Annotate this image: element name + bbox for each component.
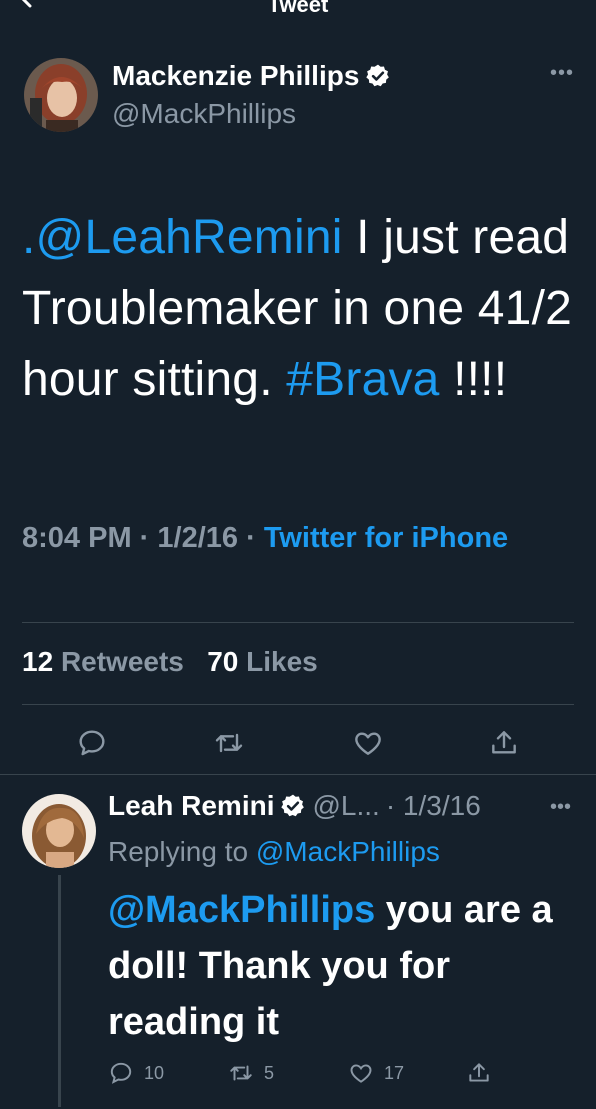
reply-author-handle[interactable]: @L... (312, 790, 379, 822)
verified-badge-icon (366, 64, 390, 87)
tweet-source-link[interactable]: Twitter for iPhone (264, 522, 508, 554)
divider (0, 774, 596, 775)
reply-header: Leah Remini @L... · 1/3/16 (108, 790, 481, 822)
divider (22, 704, 574, 705)
tweet-date[interactable]: 1/2/16 (157, 522, 238, 554)
replying-prefix: Replying to (108, 836, 256, 867)
retweets-stat[interactable]: 12 Retweets (22, 646, 184, 677)
tweet-time[interactable]: 8:04 PM (22, 522, 132, 554)
more-icon[interactable]: ••• (550, 62, 574, 85)
mention-link[interactable]: .@LeahRemini (22, 211, 343, 264)
replying-to: Replying to @MackPhillips (108, 836, 440, 868)
reply-author-name[interactable]: Leah Remini (108, 790, 274, 822)
reply-date[interactable]: · 1/3/16 (386, 790, 481, 822)
likes-count: 70 (207, 646, 239, 677)
reply-icon (110, 1062, 132, 1084)
reply-replies-button[interactable]: 10 (108, 1060, 164, 1086)
retweet-icon (230, 1065, 252, 1081)
retweets-count: 12 (22, 646, 54, 677)
share-icon (469, 1063, 489, 1082)
reply-share-button[interactable] (466, 1060, 492, 1086)
verified-badge-icon (281, 794, 305, 817)
tweet-body-end: !!!! (439, 353, 508, 406)
divider (22, 622, 574, 623)
tweet-stats: 12 Retweets 70 Likes (22, 646, 318, 678)
mention-link[interactable]: @MackPhillips (108, 889, 375, 931)
likes-label: Likes (246, 646, 318, 677)
retweet-icon[interactable] (213, 727, 245, 759)
replying-handle-link[interactable]: @MackPhillips (256, 836, 440, 867)
author-name-text: Mackenzie Phillips (112, 60, 360, 91)
hashtag-link[interactable]: #Brava (286, 353, 439, 406)
like-icon (350, 1064, 372, 1083)
likes-stat[interactable]: 70 Likes (207, 646, 318, 677)
reply-retweet-button[interactable]: 5 (228, 1060, 274, 1086)
more-icon[interactable]: ••• (550, 796, 571, 819)
reply-like-button[interactable]: 17 (348, 1060, 404, 1086)
page-title: Tweet (267, 0, 329, 17)
reply-icon[interactable] (76, 727, 108, 759)
meta-separator: · (131, 522, 158, 554)
meta-separator: · (238, 522, 264, 554)
author-name[interactable]: Mackenzie Phillips (112, 60, 391, 92)
author-handle[interactable]: @MackPhillips (112, 98, 296, 130)
thread-line (58, 875, 61, 1107)
share-icon[interactable] (488, 727, 520, 759)
replies-count: 10 (144, 1062, 165, 1083)
like-icon[interactable] (352, 727, 384, 759)
reply-retweets-count: 5 (264, 1062, 275, 1083)
tweet-text: .@LeahRemini I just read Troublemaker in… (22, 202, 582, 415)
reply-likes-count: 17 (384, 1062, 405, 1083)
avatar[interactable] (22, 794, 96, 868)
tweet-meta: 8:04 PM · 1/2/16 · Twitter for iPhone (22, 517, 542, 559)
retweets-label: Retweets (60, 646, 184, 677)
reply-text: @MackPhillips you are a doll! Thank you … (108, 882, 578, 1050)
avatar[interactable] (24, 58, 98, 132)
